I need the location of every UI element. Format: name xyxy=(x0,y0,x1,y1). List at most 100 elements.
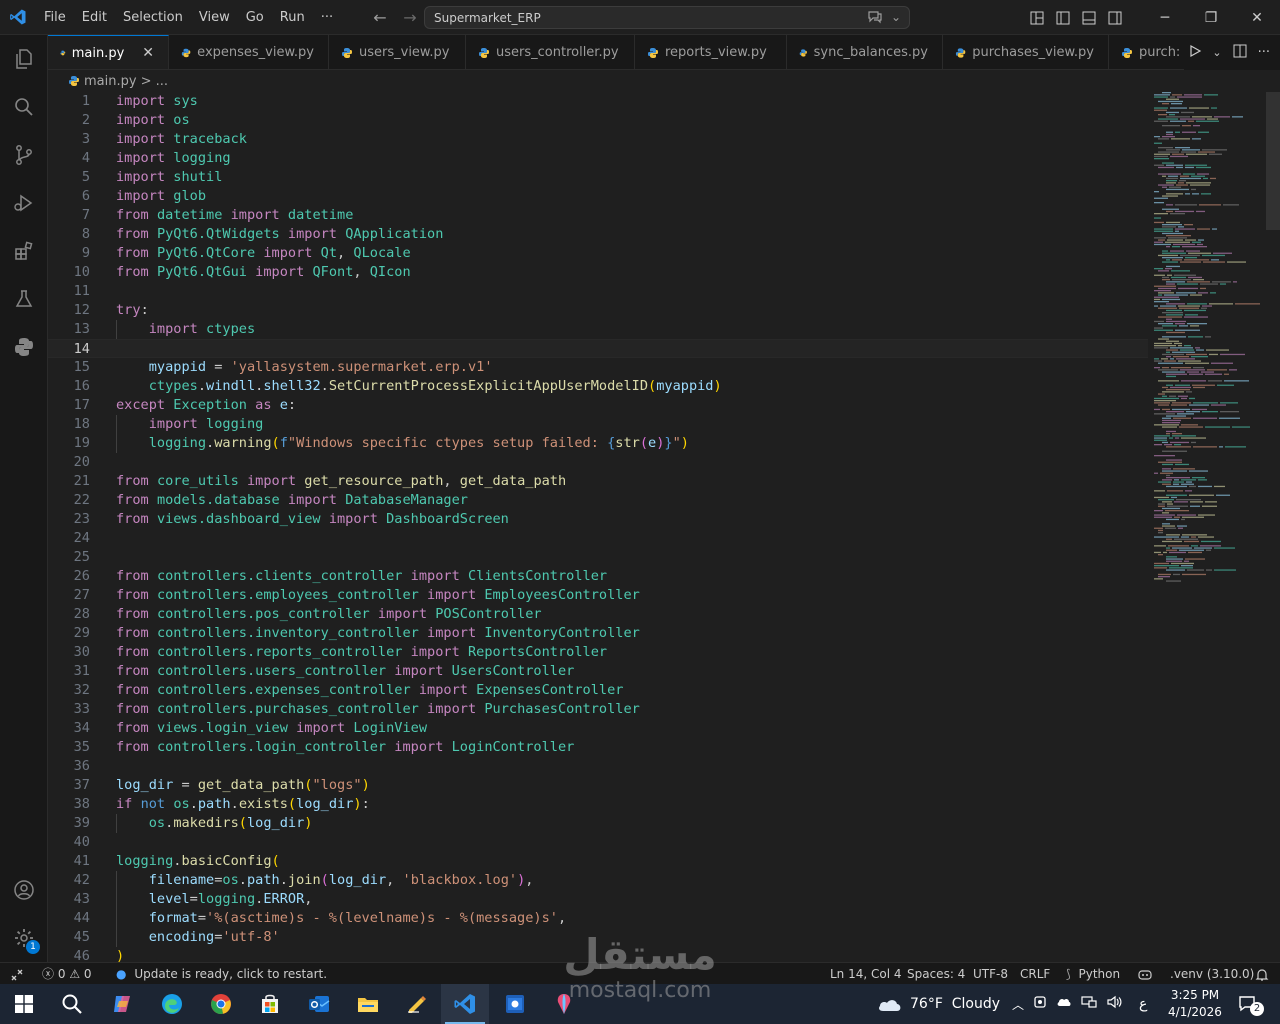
toggle-secondary-sidebar-icon[interactable] xyxy=(1102,0,1128,35)
code-line[interactable]: 12 try: xyxy=(48,301,1148,320)
menu-item-6[interactable]: ··· xyxy=(313,0,341,35)
menu-item-1[interactable]: Edit xyxy=(74,0,115,35)
code-line[interactable]: 10 from PyQt6.QtGui import QFont, QIcon xyxy=(48,263,1148,282)
copilot-chat-icon[interactable] xyxy=(867,10,883,27)
run-dropdown-chevron-icon[interactable]: ⌄ xyxy=(1212,46,1221,59)
close-window-icon[interactable]: ✕ xyxy=(1234,0,1280,35)
code-line[interactable]: 33 from controllers.purchases_controller … xyxy=(48,700,1148,719)
code-line[interactable]: 27 from controllers.employees_controller … xyxy=(48,586,1148,605)
code-line[interactable]: 24 xyxy=(48,529,1148,548)
close-tab-icon[interactable]: ✕ xyxy=(142,45,154,61)
toggle-primary-sidebar-icon[interactable] xyxy=(1050,0,1076,35)
app-window-icon[interactable] xyxy=(491,984,539,1024)
source-control-icon[interactable] xyxy=(0,131,48,179)
back-arrow-icon[interactable]: ← xyxy=(368,6,392,30)
code-line[interactable]: 3 import traceback xyxy=(48,130,1148,149)
code-line[interactable]: 15 myappid = 'yallasystem.supermarket.er… xyxy=(48,358,1148,377)
code-line[interactable]: 17 except Exception as e: xyxy=(48,396,1148,415)
command-center-search[interactable]: Supermarket_ERP ⌄ xyxy=(424,6,910,29)
code-line[interactable]: 41 logging.basicConfig( xyxy=(48,852,1148,871)
code-line[interactable]: 16 ctypes.windll.shell32.SetCurrentProce… xyxy=(48,377,1148,396)
show-hidden-icons-chevron-icon[interactable]: ︿ xyxy=(1012,996,1024,1013)
remote-indicator-icon[interactable] xyxy=(10,963,24,985)
extensions-icon[interactable] xyxy=(0,227,48,275)
code-line[interactable]: 38 if not os.path.exists(log_dir): xyxy=(48,795,1148,814)
tab-1[interactable]: expenses_view.py xyxy=(169,35,329,69)
code-line[interactable]: 8 from PyQt6.QtWidgets import QApplicatio… xyxy=(48,225,1148,244)
microsoft-store-icon[interactable] xyxy=(246,984,294,1024)
menu-item-3[interactable]: View xyxy=(191,0,238,35)
file-explorer-icon[interactable] xyxy=(344,984,392,1024)
input-language[interactable]: ع xyxy=(1139,996,1147,1012)
menu-item-2[interactable]: Selection xyxy=(115,0,191,35)
encoding[interactable]: UTF-8 xyxy=(973,963,1008,985)
code-line[interactable]: 30 from controllers.reports_controller im… xyxy=(48,643,1148,662)
more-actions-icon[interactable]: ··· xyxy=(1258,45,1270,60)
copilot-app-icon[interactable] xyxy=(98,984,146,1024)
code-line[interactable]: 35 from controllers.login_controller impo… xyxy=(48,738,1148,757)
taskbar-search-icon[interactable] xyxy=(48,984,96,1024)
split-editor-icon[interactable] xyxy=(1232,43,1248,63)
code-line[interactable]: 19 logging.warning(f"Windows specific ct… xyxy=(48,434,1148,453)
menu-item-4[interactable]: Go xyxy=(238,0,272,35)
notification-center-icon[interactable]: 2 xyxy=(1238,984,1264,1024)
language-mode[interactable]: ⟆ Python xyxy=(1066,963,1120,985)
onedrive-cloud-icon[interactable] xyxy=(1056,996,1072,1012)
tab-5[interactable]: sync_balances.py xyxy=(787,35,943,69)
code-line[interactable]: 36 xyxy=(48,757,1148,776)
minimap[interactable] xyxy=(1150,92,1266,592)
copilot-icon[interactable] xyxy=(1137,963,1153,985)
code-line[interactable]: 13 import ctypes xyxy=(48,320,1148,339)
edge-browser-icon[interactable] xyxy=(148,984,196,1024)
customize-layout-icon[interactable] xyxy=(1024,0,1050,35)
code-line[interactable]: 6 import glob xyxy=(48,187,1148,206)
explorer-icon[interactable] xyxy=(0,35,48,83)
taskbar-clock[interactable]: 3:25 PM 4/1/2026 xyxy=(1160,987,1230,1021)
code-line[interactable]: 11 xyxy=(48,282,1148,301)
code-line[interactable]: 20 xyxy=(48,453,1148,472)
python-interpreter[interactable]: .venv (3.10.0) xyxy=(1170,963,1254,985)
windows-start-icon[interactable] xyxy=(0,984,48,1024)
account-icon[interactable] xyxy=(0,866,48,914)
code-line[interactable]: 44 format='%(asctime)s - %(levelname)s -… xyxy=(48,909,1148,928)
code-line[interactable]: 18 import logging xyxy=(48,415,1148,434)
code-line[interactable]: 39 os.makedirs(log_dir) xyxy=(48,814,1148,833)
code-line[interactable]: 4 import logging xyxy=(48,149,1148,168)
code-line[interactable]: 34 from views.login_view import LoginView xyxy=(48,719,1148,738)
code-line[interactable]: 28 from controllers.pos_controller import… xyxy=(48,605,1148,624)
chrome-browser-icon[interactable] xyxy=(197,984,245,1024)
code-line[interactable]: 1 import sys xyxy=(48,92,1148,111)
minimize-icon[interactable]: ─ xyxy=(1142,0,1188,35)
code-line[interactable]: 5 import shutil xyxy=(48,168,1148,187)
breadcrumb-rest[interactable]: > ... xyxy=(141,74,168,89)
indentation[interactable]: Spaces: 4 xyxy=(907,963,965,985)
code-line[interactable]: 14 xyxy=(48,339,1148,358)
tab-0[interactable]: main.py ✕ xyxy=(48,35,169,69)
code-editor[interactable]: 1 import sys 2 import os 3 import traceback 4 i… xyxy=(48,92,1148,962)
chevron-down-icon[interactable]: ⌄ xyxy=(891,10,901,27)
code-line[interactable]: 23 from views.dashboard_view import Dashb… xyxy=(48,510,1148,529)
app-pencil-icon[interactable] xyxy=(393,984,441,1024)
problems-indicator[interactable]: ⓧ 0 ⚠ 0 xyxy=(42,963,92,985)
forward-arrow-icon[interactable]: → xyxy=(398,6,422,30)
tab-6[interactable]: purchases_view.py xyxy=(943,35,1109,69)
vertical-scrollbar[interactable] xyxy=(1266,92,1280,962)
code-line[interactable]: 9 from PyQt6.QtCore import Qt, QLocale xyxy=(48,244,1148,263)
update-notification[interactable]: ● Update is ready, click to restart. xyxy=(116,963,327,985)
code-line[interactable]: 22 from models.database import DatabaseMa… xyxy=(48,491,1148,510)
tab-3[interactable]: users_controller.py xyxy=(466,35,635,69)
code-line[interactable]: 40 xyxy=(48,833,1148,852)
settings-gear-icon[interactable]: 1 xyxy=(0,914,48,962)
weather-widget[interactable]: 76°F Cloudy xyxy=(876,984,1000,1024)
code-line[interactable]: 26 from controllers.clients_controller im… xyxy=(48,567,1148,586)
breadcrumb-file[interactable]: main.py xyxy=(84,74,137,89)
code-line[interactable]: 25 xyxy=(48,548,1148,567)
search-icon[interactable] xyxy=(0,83,48,131)
code-line[interactable]: 32 from controllers.expenses_controller i… xyxy=(48,681,1148,700)
code-line[interactable]: 31 from controllers.users_controller impo… xyxy=(48,662,1148,681)
code-line[interactable]: 29 from controllers.inventory_controller … xyxy=(48,624,1148,643)
volume-icon[interactable] xyxy=(1106,995,1122,1013)
vscode-taskbar-icon[interactable] xyxy=(441,984,489,1024)
scrollbar-thumb[interactable] xyxy=(1266,92,1280,230)
code-line[interactable]: 43 level=logging.ERROR, xyxy=(48,890,1148,909)
